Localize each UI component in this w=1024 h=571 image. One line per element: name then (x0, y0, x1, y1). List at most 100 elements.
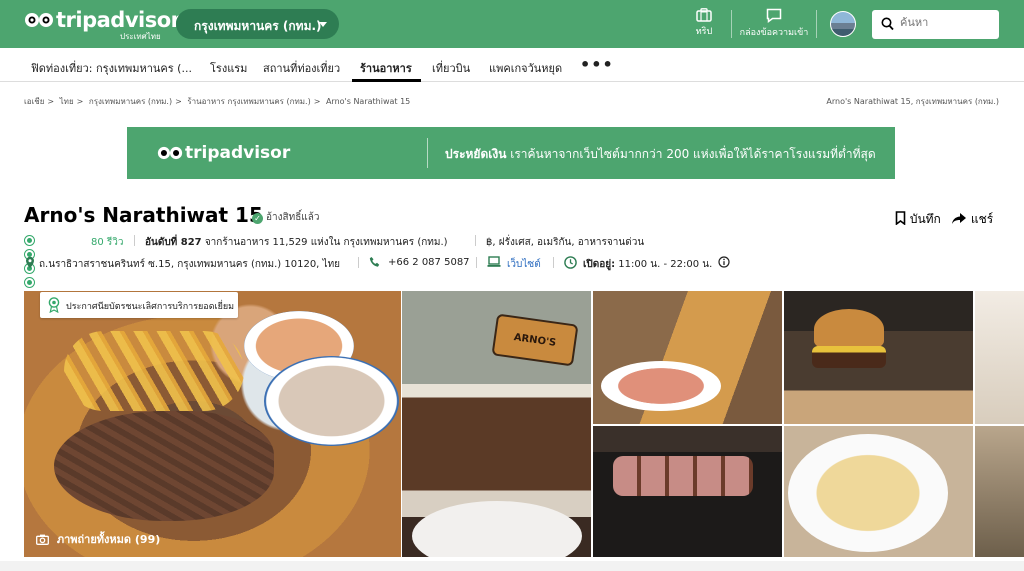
more-menu-button[interactable]: ••• (580, 55, 614, 74)
logo-wordmark: tripadvisor (56, 8, 181, 32)
website-link[interactable]: เว็บไซต์ (507, 257, 541, 272)
nav-item-attractions[interactable]: สถานที่ท่องเที่ยว (263, 59, 340, 77)
geo-selector[interactable]: กรุงเทพมหานคร (กทม.) (176, 9, 339, 39)
logo-country: ประเทศไทย (120, 32, 161, 41)
search-input[interactable] (900, 16, 992, 29)
inbox-button[interactable]: กล่องข้อความเข้า (738, 8, 810, 42)
divider (475, 235, 476, 246)
info-icon[interactable] (718, 256, 730, 268)
share-label: แชร์ (970, 212, 994, 226)
nav-item-vacation-packages[interactable]: แพคเกจวันหยุด (489, 59, 562, 77)
breadcrumb-separator: > (313, 97, 321, 106)
photo-tile[interactable] (975, 426, 1024, 557)
photo-tile[interactable] (784, 426, 973, 557)
phone-link[interactable]: +66 2 087 5087 (388, 257, 470, 268)
breadcrumb-location: Arno's Narathiwat 15, กรุงเทพมหานคร (กทม… (826, 97, 999, 106)
breadcrumb-item[interactable]: กรุงเทพมหานคร (กทม.) (89, 97, 172, 106)
hours-value: 11:00 น. - 22:00 น. (615, 259, 713, 270)
top-header: tripadvisor ประเทศไทย กรุงเทพมหานคร (กทม… (0, 0, 1024, 48)
sign-text: ARNO'S (513, 332, 557, 349)
breadcrumb-item[interactable]: ไทย (60, 97, 74, 106)
inbox-label: กล่องข้อความเข้า (739, 28, 809, 38)
photo-tile[interactable] (593, 426, 782, 557)
photo-tile[interactable] (593, 291, 782, 424)
search-box[interactable] (872, 10, 999, 39)
burger-bun-shape (814, 309, 884, 349)
divider (553, 257, 554, 268)
nav-item-restaurants[interactable]: ร้านอาหาร (360, 59, 412, 77)
trips-button[interactable]: ทริป (688, 8, 720, 42)
breadcrumb-separator: > (175, 97, 182, 106)
claimed-badge: ✓ อ้างสิทธิ์แล้ว (252, 210, 320, 225)
camera-icon (36, 534, 49, 545)
fries-shape (64, 331, 244, 411)
hours-text[interactable]: เปิดอยู่: 11:00 น. - 22:00 น. (583, 257, 712, 272)
burger-patty-shape (812, 346, 886, 368)
bookmark-icon (895, 211, 906, 226)
save-button[interactable]: บันทึก (895, 210, 941, 229)
page-title: Arno's Narathiwat 15 (24, 203, 263, 227)
steak-shape (54, 411, 274, 521)
banner-divider (427, 138, 428, 168)
claimed-label: อ้างสิทธิ์แล้ว (266, 212, 320, 223)
rating-bubble-icon (24, 277, 35, 288)
all-photos-button[interactable]: ภาพถ่ายทั้งหมด (99) (36, 530, 160, 548)
breadcrumb-separator: > (76, 97, 84, 106)
breadcrumb-item[interactable]: ร้านอาหาร กรุงเทพมหานคร (กทม.) (187, 97, 310, 106)
chevron-down-icon (319, 22, 327, 27)
nav-item-hotels[interactable]: โรงแรม (210, 59, 247, 77)
owl-logo-icon (157, 146, 183, 160)
nav-item-flights[interactable]: เที่ยวบิน (432, 59, 470, 77)
address-link[interactable]: ถ.นราธิวาสราชนครินทร์ ซ.15, กรุงเทพมหานค… (39, 257, 340, 272)
breadcrumb: เอเชีย > ไทย > กรุงเทพมหานคร (กทม.) > ร้านอ… (24, 95, 413, 108)
search-icon (881, 17, 894, 31)
suitcase-icon (696, 8, 712, 22)
header-divider (731, 10, 732, 38)
ranking-text[interactable]: อันดับที่ 827 จากร้านอาหาร 11,529 แห่งใน… (145, 235, 448, 250)
ranking-rest: จากร้านอาหาร 11,529 แห่งใน กรุงเทพมหานคร… (201, 237, 448, 248)
cuisine-tags[interactable]: ฿, ฝรั่งเศส, อเมริกัน, อาหารจานด่วน (486, 235, 644, 250)
share-button[interactable]: แชร์ (951, 210, 993, 229)
owl-logo-icon (25, 13, 53, 27)
banner-text-body: เราค้นหาจากเว็บไซต์มากกว่า 200 แห่งเพื่อ… (506, 147, 876, 161)
breadcrumb-separator: > (47, 97, 55, 106)
divider (134, 235, 135, 246)
ranking-bold: อันดับที่ 827 (145, 237, 202, 248)
hours-bold: เปิดอยู่: (583, 259, 616, 270)
clock-icon (564, 256, 577, 269)
tripadvisor-logo[interactable]: tripadvisor ประเทศไทย (24, 8, 181, 42)
main-nav: ฟิดท่องเที่ยว: กรุงเทพมหานคร (... โรงแรม… (0, 48, 1024, 82)
banner-logo-wordmark: tripadvisor (185, 143, 291, 163)
arnos-sign: ARNO'S (491, 313, 579, 367)
divider (476, 257, 477, 268)
check-circle-icon: ✓ (252, 213, 263, 224)
save-label: บันทึก (909, 212, 941, 226)
reviews-link[interactable]: 80 รีวิว (91, 235, 124, 250)
photo-tile[interactable] (975, 291, 1024, 424)
avatar[interactable] (830, 11, 856, 37)
header-divider (816, 10, 817, 38)
geo-selector-label: กรุงเทพมหานคร (กทม.) (194, 19, 322, 33)
photo-tile[interactable] (784, 291, 973, 424)
certificate-of-excellence-badge[interactable]: ประกาศนียบัตรชนะเลิศการบริการยอดเยี่ยม (40, 292, 238, 318)
active-tab-indicator (352, 79, 421, 82)
main-photo[interactable] (24, 291, 401, 557)
photo-tile[interactable]: ARNO'S (402, 291, 591, 557)
sliced-meat-shape (613, 456, 753, 496)
sauce-bowl-shape (264, 356, 399, 446)
badge-label: ประกาศนียบัตรชนะเลิศการบริการยอดเยี่ยม (66, 302, 235, 312)
all-photos-label: ภาพถ่ายทั้งหมด (99) (56, 533, 161, 546)
breadcrumb-item[interactable]: เอเชีย (24, 97, 44, 106)
plate-shape (412, 501, 582, 557)
nav-item-travel-feed[interactable]: ฟิดท่องเที่ยว: กรุงเทพมหานคร (... (31, 59, 192, 77)
banner-text-bold: ประหยัดเงิน (445, 147, 507, 161)
promo-banner[interactable]: tripadvisor ประหยัดเงิน เราค้นหาจากเว็บไ… (127, 127, 895, 179)
trips-label: ทริป (695, 27, 713, 37)
pasta-plate-shape (788, 434, 948, 552)
laptop-icon (487, 256, 501, 267)
breadcrumb-current: Arno's Narathiwat 15 (325, 97, 411, 106)
share-arrow-icon (952, 213, 966, 224)
page-footer-strip (0, 561, 1024, 571)
sauce-bowl-shape (601, 361, 721, 411)
award-icon (48, 297, 60, 313)
